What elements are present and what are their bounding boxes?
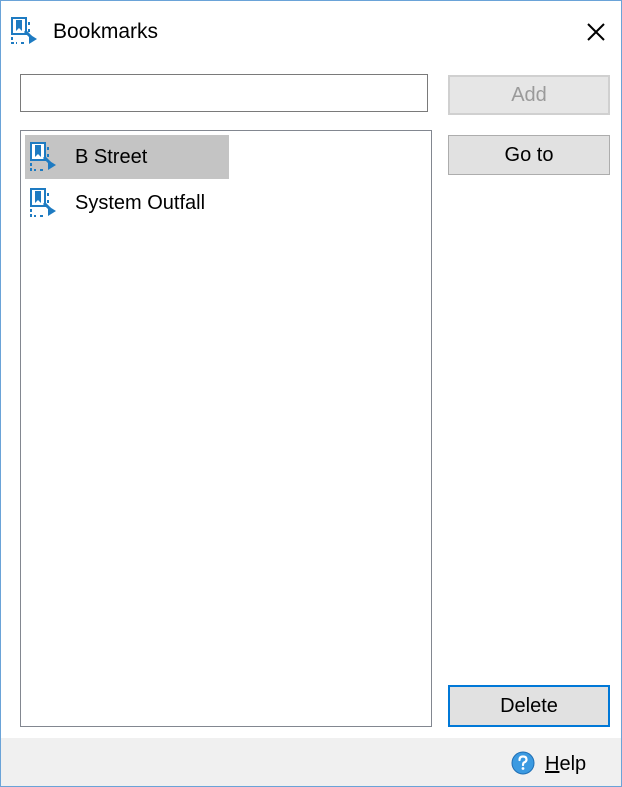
go-to-button[interactable]: Go to xyxy=(448,135,610,175)
list-item-label: System Outfall xyxy=(75,192,206,214)
help-mnemonic: H xyxy=(545,753,560,775)
bookmark-icon xyxy=(11,17,39,45)
window-title: Bookmarks xyxy=(53,20,159,43)
list-item[interactable]: System Outfall xyxy=(25,181,325,225)
bookmark-icon xyxy=(30,188,58,218)
dialog-footer: Help xyxy=(1,738,621,786)
list-item-label: B Street xyxy=(75,146,148,168)
help-label: Help xyxy=(545,752,586,776)
bookmark-icon xyxy=(30,142,58,172)
help-label-rest: elp xyxy=(559,753,587,775)
delete-button[interactable]: Delete xyxy=(448,685,610,727)
add-button[interactable]: Add xyxy=(448,75,610,115)
title-bar: Bookmarks xyxy=(1,1,621,61)
bookmarks-dialog: Bookmarks Add Go to B Street System Outf… xyxy=(0,0,622,787)
close-button[interactable] xyxy=(579,15,613,49)
bookmark-name-input[interactable] xyxy=(20,74,428,112)
help-circle-icon xyxy=(511,751,535,775)
bookmarks-list[interactable]: B Street System Outfall xyxy=(20,130,432,727)
close-icon xyxy=(587,23,605,41)
list-item[interactable]: B Street xyxy=(25,135,229,179)
